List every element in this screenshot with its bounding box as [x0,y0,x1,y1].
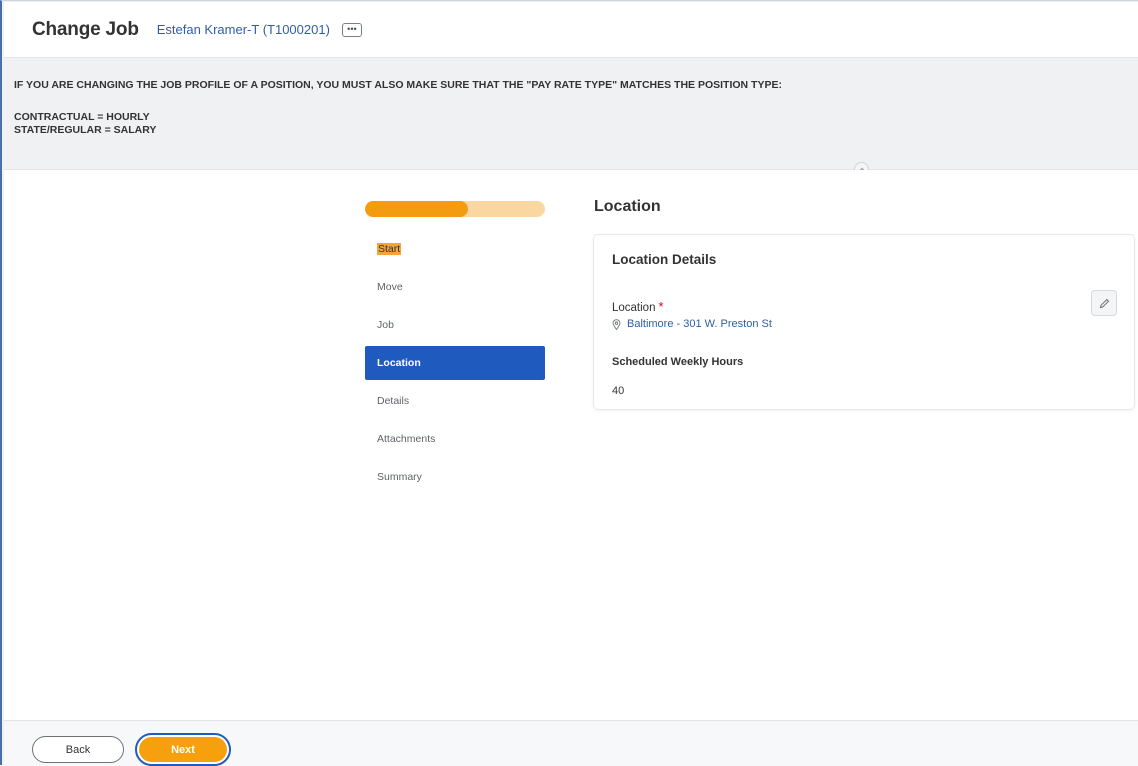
step-details[interactable]: Details [365,384,545,418]
step-label: Summary [377,471,422,483]
card-title: Location Details [612,252,717,267]
step-start[interactable]: Start [365,232,545,266]
location-value: Baltimore - 301 W. Preston St [627,318,772,330]
location-label: Location * [612,299,664,314]
location-link[interactable]: Baltimore - 301 W. Preston St [612,318,772,330]
page-title: Change Job [32,18,139,40]
scheduled-hours-value: 40 [612,385,625,397]
progress-bar [365,201,545,217]
step-list: Start Move Job Location Details Attachments Su… [365,232,545,498]
back-button[interactable]: Back [32,736,124,763]
step-label: Location [377,357,421,369]
notice-line-2: CONTRACTUAL = HOURLY [14,111,150,123]
step-label: Details [377,395,410,407]
progress-bar-fill [365,201,468,217]
step-label: Start [377,243,402,255]
footer-bar: Back Next [4,720,1138,766]
step-label: Attachments [377,433,436,445]
step-job[interactable]: Job [365,308,545,342]
app-frame: Change Job Estefan Kramer-T (T1000201) •… [0,0,1138,766]
next-button[interactable]: Next [135,733,231,766]
ellipsis-icon: ••• [347,24,357,34]
notice-line-1: IF YOU ARE CHANGING THE JOB PROFILE OF A… [14,79,782,91]
step-label: Move [377,281,403,293]
next-button-label: Next [139,737,227,762]
page-header: Change Job Estefan Kramer-T (T1000201) •… [4,2,1138,58]
scheduled-hours-label: Scheduled Weekly Hours [612,356,744,368]
section-title: Location [594,198,661,215]
instruction-notice: IF YOU ARE CHANGING THE JOB PROFILE OF A… [14,79,1118,137]
step-summary[interactable]: Summary [365,460,545,494]
step-attachments[interactable]: Attachments [365,422,545,456]
worker-link[interactable]: Estefan Kramer-T (T1000201) [157,22,330,37]
step-move[interactable]: Move [365,270,545,304]
step-location[interactable]: Location [365,346,545,380]
step-label: Job [377,319,394,331]
pencil-icon [1099,298,1109,308]
edit-button[interactable] [1091,290,1117,316]
notice-line-3: STATE/REGULAR = SALARY [14,124,157,136]
location-label-text: Location [612,302,656,314]
related-actions-button[interactable]: ••• [341,22,362,37]
map-pin-icon [612,318,621,330]
location-details-card: Location Details Location * Baltimore - 3… [594,235,1134,409]
main-body: Start Move Job Location Details Attachments Su… [4,170,1138,720]
required-mark: * [658,299,664,314]
